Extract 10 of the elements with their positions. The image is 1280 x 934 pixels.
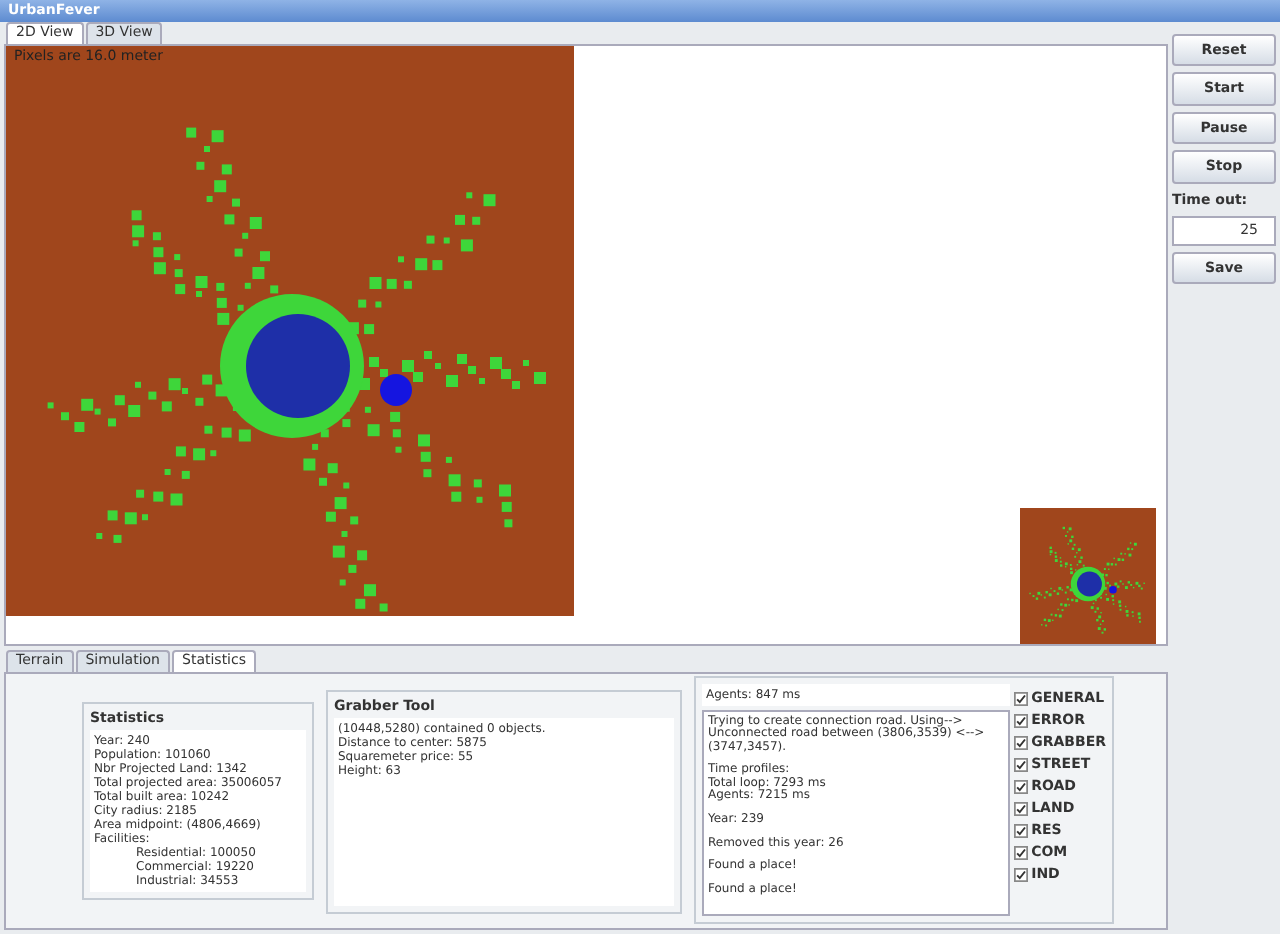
- checkbox[interactable]: [1013, 779, 1028, 793]
- checkbox[interactable]: [1013, 757, 1028, 771]
- checkbox[interactable]: [1013, 823, 1028, 837]
- checkbox[interactable]: [1013, 735, 1028, 749]
- minimap-drawing: [1020, 508, 1156, 644]
- checkbox[interactable]: [1013, 801, 1028, 815]
- checkbox[interactable]: [1013, 867, 1028, 881]
- checkbox[interactable]: [1013, 691, 1028, 705]
- checkbox[interactable]: [1013, 845, 1028, 859]
- checkbox[interactable]: [1013, 713, 1028, 727]
